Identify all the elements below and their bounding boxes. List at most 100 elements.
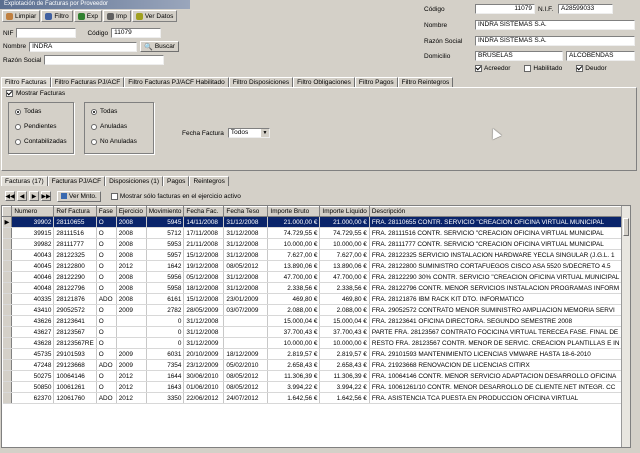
radio-icon[interactable] [91,108,97,115]
scrollbar-thumb[interactable] [623,218,629,236]
table-row[interactable]: 40046 28122290 O 2008 5956 05/12/2008 31/12/20… [2,271,628,283]
table-cell: 3.994,22 € [319,381,370,393]
subtab-1[interactable]: Facturas PJ/ACF [47,176,106,186]
table-row[interactable]: 43410 29052572 O 2009 2782 28/05/2009 03/07/20… [2,304,628,316]
table-row[interactable]: ▶ 39902 28110655 O 2008 5945 14/11/2008 31/12/2… [2,216,628,228]
table-row[interactable]: 50850 10061261 O 2012 1643 01/06/2010 08/05/20… [2,381,628,393]
table-row[interactable]: 43626 28123641 O 0 31/12/2008 15.000,04 €15.0… [2,315,628,327]
table-row[interactable]: 43628 28123567RE O 0 31/12/2009 10.000,00 €10… [2,337,628,349]
table-row[interactable]: 40045 28122800 O 2012 1642 19/12/2008 08/05/20… [2,260,628,272]
sup-razon-field[interactable]: INDRA SISTEMAS S.A. [475,36,635,46]
last-record-icon[interactable]: ▶▶ [41,191,51,201]
deudor-checkbox[interactable] [576,65,584,72]
table-row[interactable]: 50275 10064146 O 2012 1644 30/06/2010 08/05/20… [2,370,628,382]
sup-domicilio-field[interactable]: BRUSELAS [475,51,563,61]
subtab-0[interactable]: Facturas (17) [1,176,48,186]
table-row[interactable]: 40048 28122796 O 2008 5958 18/12/2008 31/12/20… [2,282,628,294]
row-indicator[interactable] [2,370,13,382]
nombre-input[interactable]: INDRA [29,41,138,52]
row-indicator[interactable] [2,381,13,393]
chevron-down-icon[interactable]: ▼ [260,129,269,137]
nif-input[interactable] [16,28,77,38]
row-indicator[interactable] [2,293,13,305]
anulacion-option[interactable]: Todas [91,108,117,115]
column-header[interactable]: Importe Bruto [267,206,321,217]
sup-localidad-field[interactable]: ALCOBENDAS [566,51,635,61]
row-indicator[interactable] [2,238,13,250]
table-row[interactable]: 45735 29101593 O 2009 6031 20/10/2009 18/12/20… [2,348,628,360]
ver-mnto-button[interactable]: Ver Mnto. [57,190,101,202]
row-indicator[interactable] [2,359,13,371]
anulacion-option[interactable]: Anuladas [91,123,127,130]
row-indicator[interactable] [2,315,13,327]
sup-nif-field[interactable]: A28599033 [558,4,613,14]
exp-button[interactable]: Exp [73,10,102,22]
column-header[interactable]: Fecha Teso [223,206,269,217]
column-header[interactable]: Ejercicio [115,206,147,217]
row-indicator[interactable] [2,326,13,338]
sup-nombre-field[interactable]: INDRA SISTEMAS S.A. [475,20,635,30]
table-row[interactable]: 62370 12061760 ADO 2012 3350 22/06/2012 24/07/… [2,392,628,404]
column-header[interactable]: Movimiento [145,206,185,217]
first-record-icon[interactable]: ◀◀ [5,191,15,201]
tab-0[interactable]: Filtro Facturas [1,77,51,87]
table-row[interactable]: 39982 28111777 O 2008 5953 21/11/2008 31/12/20… [2,238,628,250]
subtab-3[interactable]: Pagos [163,176,190,186]
grid-vertical-scrollbar[interactable] [621,206,630,447]
row-indicator[interactable] [2,271,13,283]
tab-5[interactable]: Filtro Pagos [354,77,398,87]
prev-record-icon[interactable]: ◀ [17,191,27,201]
row-indicator[interactable] [2,348,13,360]
column-header[interactable]: Numero [11,206,55,217]
habilitado-checkbox[interactable] [524,65,532,72]
row-indicator[interactable] [2,249,13,261]
column-header[interactable]: Ref Factura [53,206,97,217]
radio-icon[interactable] [91,123,97,130]
acreedor-checkbox[interactable] [475,65,482,72]
solo-ejercicio-checkbox[interactable] [110,192,118,200]
sup-codigo-field[interactable]: 11079 [475,4,535,14]
row-indicator[interactable] [2,337,13,349]
filtro-button[interactable]: Filtro [41,10,73,22]
imp-button[interactable]: Imp [102,10,131,22]
codigo-input[interactable]: 11079 [111,28,162,38]
table-row[interactable]: 43627 28123567 O 0 31/12/2008 37.700,43 €37.7… [2,326,628,338]
ver-datos-button[interactable]: Ver Datos [131,10,178,22]
radio-icon[interactable] [15,108,21,115]
table-row[interactable]: 40043 28122325 O 2008 5957 15/12/2008 31/12/20… [2,249,628,261]
estado-option[interactable]: Pendientes [15,123,57,130]
fecha-factura-select[interactable]: Todos ▼ [227,128,270,138]
column-header[interactable]: Fase [95,206,117,217]
row-indicator[interactable] [2,304,13,316]
table-cell: 2008 [116,227,147,239]
estado-option[interactable]: Todas [15,108,41,115]
subtab-2[interactable]: Disposiciones (1) [105,176,163,186]
anulacion-option[interactable]: No Anuladas [91,138,137,145]
limpiar-button[interactable]: Limpiar [2,10,41,22]
tab-6[interactable]: Filtro Reintegros [397,77,454,87]
tab-3[interactable]: Filtro Disposiciones [228,77,294,87]
table-row[interactable]: 39915 28111516 O 2008 5712 17/11/2008 31/12/20… [2,227,628,239]
current-row-icon[interactable]: ▶ [2,216,13,228]
radio-icon[interactable] [15,123,21,130]
tab-4[interactable]: Filtro Obligaciones [293,77,355,87]
tab-2[interactable]: Filtro Facturas PJ/ACF Habilitado [124,77,229,87]
column-header[interactable]: Importe Líquido [319,206,370,217]
table-row[interactable]: 40335 28121876 ADO 2008 6161 15/12/2008 23/01/… [2,293,628,305]
razon-input[interactable] [44,55,165,65]
table-row[interactable]: 47248 29123668 ADO 2009 7354 23/12/2009 05/02/… [2,359,628,371]
radio-icon[interactable] [91,138,97,145]
tab-1[interactable]: Filtro Facturas PJ/ACF [50,77,125,87]
buscar-button[interactable]: 🔍 Buscar [140,41,180,52]
row-indicator[interactable] [2,282,13,294]
column-header[interactable]: Fecha Fac. [183,206,225,217]
radio-icon[interactable] [15,138,21,145]
column-header[interactable]: Descripción [368,206,628,217]
next-record-icon[interactable]: ▶ [29,191,39,201]
estado-option[interactable]: Contabilizadas [15,138,67,145]
row-indicator[interactable] [2,260,13,272]
row-indicator[interactable] [2,392,13,404]
subtab-4[interactable]: Reintegros [189,176,229,186]
mostrar-facturas-checkbox[interactable] [6,90,13,97]
row-indicator[interactable] [2,227,13,239]
